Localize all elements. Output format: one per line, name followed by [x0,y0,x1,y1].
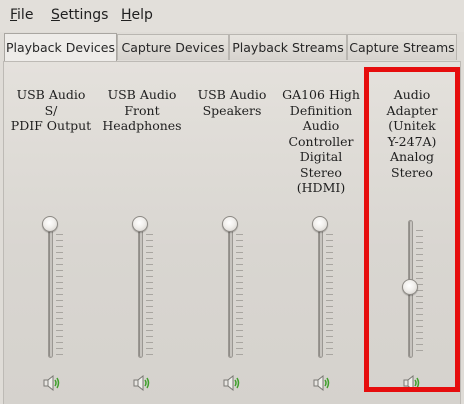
volume-slider-usb-headphones[interactable] [138,224,143,358]
device-label-line: Headphones [102,118,182,133]
device-label-line: Controller [288,133,354,149]
speaker-volume-icon[interactable] [313,375,331,391]
highlight-box [364,67,460,392]
device-label-line: (HDMI) [296,180,346,195]
speaker-volume-icon[interactable] [223,375,241,391]
slider-ticks [146,234,153,356]
menu-file[interactable]: File [10,7,33,23]
tab-capture-streams-label: Capture Streams [349,40,455,55]
device-label-line: Definition [289,102,353,118]
menu-bar: File Settings Help [0,0,464,32]
tab-playback-devices-label: Playback Devices [5,40,115,55]
device-label-line: Digital Stereo [299,149,343,180]
device-label-line: Front [124,102,160,118]
volume-handle-usb-speakers[interactable] [222,216,238,232]
menu-settings[interactable]: Settings [51,7,108,23]
device-label-usb-speakers: USB Audio Speakers [190,87,274,118]
menu-file-mnemonic: F [10,7,18,23]
menu-settings-mnemonic: S [51,7,60,23]
speaker-volume-icon[interactable] [133,375,151,391]
speaker-volume-icon[interactable] [43,375,61,391]
device-label-hdmi: GA106 High Definition Audio Controller D… [279,87,363,196]
tab-playback-devices[interactable]: Playback Devices [4,33,117,61]
menu-help[interactable]: Help [121,7,153,23]
volume-handle-usb-spdif[interactable] [42,216,58,232]
tab-playback-streams-label: Playback Streams [232,40,344,55]
volume-handle-hdmi[interactable] [312,216,328,232]
tab-bar: Playback Devices Capture Devices Playbac… [0,33,464,62]
volume-handle-usb-headphones[interactable] [132,216,148,232]
device-label-usb-spdif: USB Audio S/ PDIF Output [9,87,93,134]
slider-ticks [236,234,243,356]
device-label-line: Speakers [202,102,262,118]
device-label-line: Audio [302,118,340,133]
device-label-usb-headphones: USB Audio Front Headphones [100,87,184,134]
volume-slider-usb-spdif[interactable] [48,224,53,358]
slider-ticks [326,234,333,356]
menu-file-label: ile [17,7,34,23]
device-label-line: GA106 High [282,87,360,102]
device-label-line: PDIF Output [10,118,92,133]
slider-ticks [56,234,63,356]
menu-help-mnemonic: H [121,7,132,23]
device-label-line: USB Audio S/ [16,87,86,118]
volume-slider-hdmi[interactable] [318,224,323,358]
volume-slider-usb-speakers[interactable] [228,224,233,358]
tab-capture-devices[interactable]: Capture Devices [117,34,229,60]
tab-playback-streams[interactable]: Playback Streams [229,34,347,60]
menu-settings-label: ettings [59,7,109,23]
tab-capture-streams[interactable]: Capture Streams [347,34,457,60]
device-label-line: USB Audio [107,87,177,102]
tab-capture-devices-label: Capture Devices [121,40,225,55]
device-label-line: USB Audio [197,87,267,102]
menu-help-label: elp [131,7,153,23]
